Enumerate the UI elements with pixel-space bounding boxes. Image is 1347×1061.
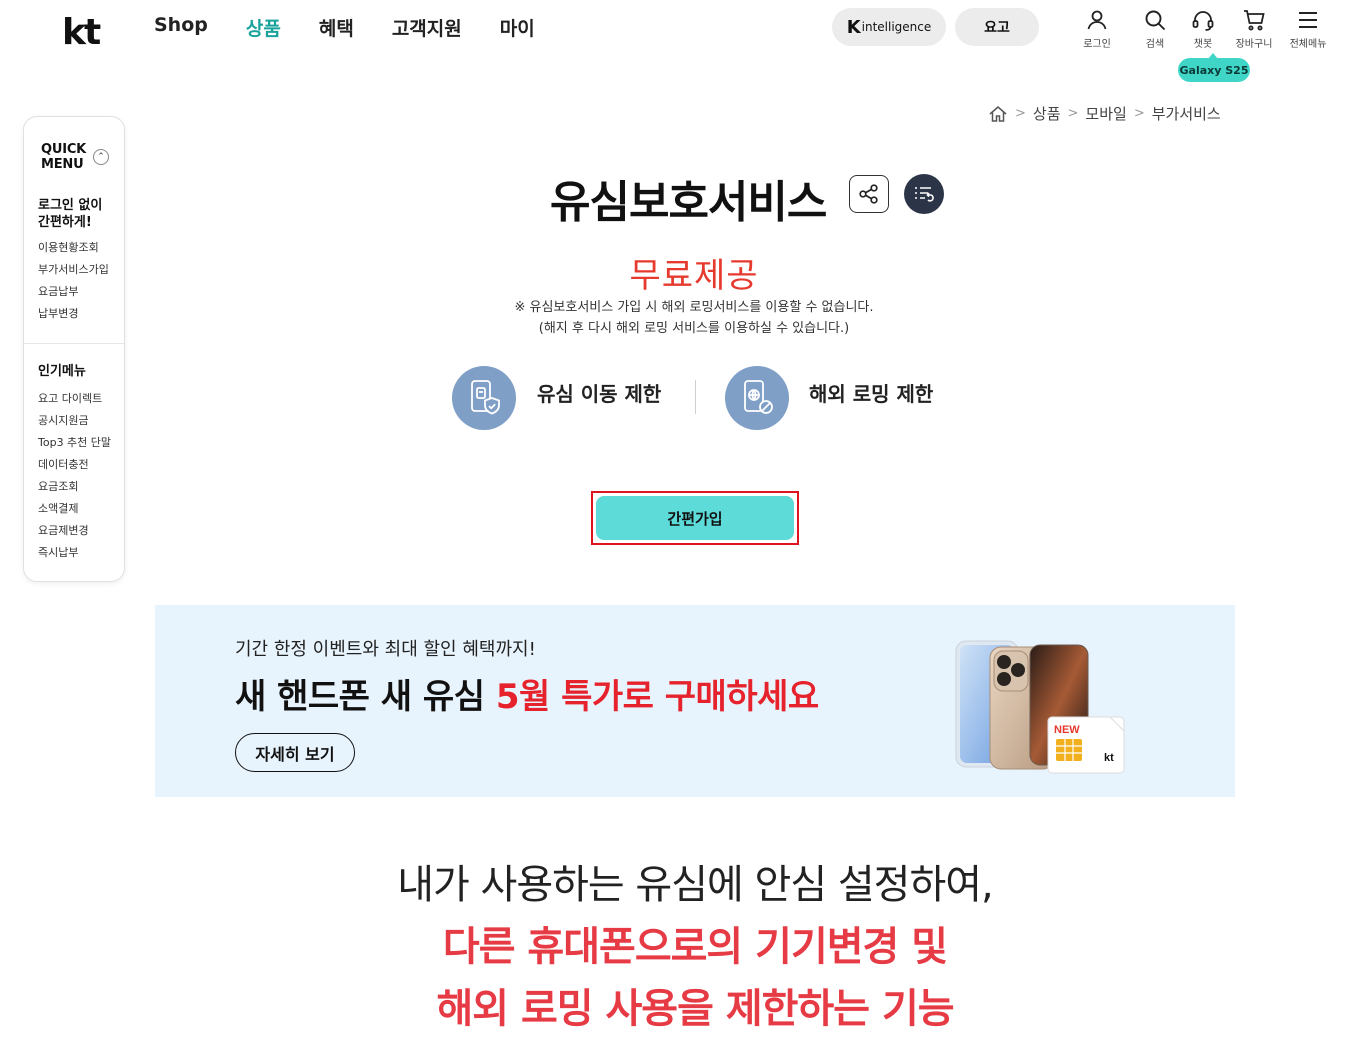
price-label: 무료제공 — [629, 256, 759, 296]
chatbot-button[interactable]: 챗봇 — [1177, 8, 1229, 50]
nav-my[interactable]: 마이 — [500, 14, 535, 41]
quick-link[interactable]: 즉시납부 — [38, 542, 111, 564]
quick-section-nologin-line2: 간편하게! — [38, 215, 92, 230]
roaming-block-icon — [725, 366, 789, 430]
feature-divider — [695, 380, 696, 414]
sim-new-text: NEW — [1054, 724, 1080, 736]
quick-link[interactable]: 소액결제 — [38, 498, 111, 520]
banner-title-plain: 새 핸드폰 새 유심 — [235, 677, 496, 717]
k-intelligence-button[interactable]: K intelligence — [832, 8, 946, 46]
banner-title-highlight: 5월 특가로 구매하세요 — [495, 677, 819, 717]
quick-link[interactable]: 요금제변경 — [38, 520, 111, 542]
nav-support[interactable]: 고객지원 — [392, 14, 462, 41]
quick-menu: QUICK MENU ⌃ 로그인 없이 간편하게! 이용현황조회 부가서비스가입… — [23, 116, 125, 582]
notice-line-2: (해지 후 다시 해외 로밍 서비스를 이용하실 수 있습니다.) — [538, 321, 850, 336]
search-icon — [1145, 10, 1166, 31]
nav-shop[interactable]: Shop — [154, 14, 208, 41]
breadcrumb-item[interactable]: 상품 — [1033, 103, 1061, 124]
quick-link[interactable]: 요고 다이렉트 — [38, 388, 111, 410]
global-nav: Shop 상품 혜택 고객지원 마이 — [154, 14, 573, 41]
sim-kt-text: kt — [1104, 752, 1114, 764]
feature-message-line-3: 해외 로밍 사용을 제한하는 기능 — [436, 986, 954, 1032]
quick-link[interactable]: Top3 추천 단말 — [38, 432, 111, 454]
all-menu-label: 전체메뉴 — [1289, 39, 1327, 50]
menu-icon — [1299, 12, 1317, 28]
list-icon — [915, 187, 934, 202]
quick-menu-title: QUICK MENU — [41, 142, 101, 172]
cart-button[interactable]: 장바구니 — [1228, 8, 1280, 50]
quick-link[interactable]: 데이터충전 — [38, 454, 111, 476]
quick-join-button[interactable]: 간편가입 — [596, 496, 794, 540]
feature-message-line-1: 내가 사용하는 유심에 안심 설정하여, — [397, 862, 994, 908]
banner-subtitle: 기간 한정 이벤트와 최대 할인 혜택까지! — [235, 639, 536, 660]
chatbot-label: 챗봇 — [1193, 39, 1213, 50]
quick-link[interactable]: 요금조회 — [38, 476, 111, 498]
nav-products[interactable]: 상품 — [246, 14, 281, 41]
sim-lock-icon — [452, 366, 516, 430]
search-label: 검색 — [1145, 39, 1165, 50]
breadcrumb-item[interactable]: 모바일 — [1085, 103, 1126, 124]
breadcrumb-separator: > — [1015, 106, 1026, 121]
list-back-button[interactable] — [904, 174, 944, 214]
nav-benefits[interactable]: 혜택 — [319, 14, 354, 41]
login-label: 로그인 — [1083, 39, 1111, 50]
quick-link[interactable]: 공시지원금 — [38, 410, 111, 432]
login-button[interactable]: 로그인 — [1071, 8, 1123, 50]
banner-title: 새 핸드폰 새 유심 5월 특가로 구매하세요 — [235, 669, 819, 718]
cart-icon — [1244, 10, 1265, 31]
quick-popular-links: 요고 다이렉트 공시지원금 Top3 추천 단말 데이터충전 요금조회 소액결제… — [38, 388, 111, 564]
person-icon — [1087, 10, 1107, 30]
search-button[interactable]: 검색 — [1129, 8, 1181, 50]
k-intelligence-text: intelligence — [861, 20, 932, 34]
breadcrumb-separator: > — [1133, 106, 1145, 121]
feature-message-line-2: 다른 휴대폰으로의 기기변경 및 — [442, 924, 948, 970]
share-button[interactable] — [849, 175, 889, 213]
quick-divider — [24, 343, 124, 344]
phones-and-sim-image: NEW kt — [955, 640, 1125, 774]
breadcrumb-item[interactable]: 부가서비스 — [1152, 103, 1221, 124]
galaxy-s25-badge[interactable]: Galaxy S25 — [1178, 53, 1250, 82]
quick-section-popular-title: 인기메뉴 — [38, 364, 86, 379]
promo-banner[interactable]: 기간 한정 이벤트와 최대 할인 혜택까지! 새 핸드폰 새 유심 5월 특가로… — [155, 605, 1235, 797]
breadcrumb-separator: > — [1067, 106, 1079, 121]
chevron-up-icon[interactable]: ⌃ — [93, 149, 109, 165]
banner-detail-button[interactable]: 자세히 보기 — [235, 733, 355, 772]
share-icon — [859, 184, 878, 204]
page-title: 유심보호서비스 — [550, 177, 827, 228]
all-menu-button[interactable]: 전체메뉴 — [1282, 8, 1334, 50]
feature-sim-move-restriction: 유심 이동 제한 — [537, 382, 662, 406]
cart-label: 장바구니 — [1235, 39, 1273, 50]
yogo-button[interactable]: 요고 — [955, 8, 1039, 46]
breadcrumb: > 상품 > 모바일 > 부가서비스 — [988, 103, 1221, 124]
feature-roaming-restriction: 해외 로밍 제한 — [809, 382, 934, 406]
quick-menu-title-line1: QUICK — [41, 142, 87, 157]
kt-logo[interactable]: kt — [62, 12, 101, 53]
quick-menu-title-line2: MENU — [41, 157, 84, 172]
quick-section-nologin-line1: 로그인 없이 — [38, 198, 103, 213]
headset-icon — [1192, 11, 1214, 31]
notice-line-1: ※ 유심보호서비스 가입 시 해외 로밍서비스를 이용할 수 없습니다. — [514, 300, 874, 315]
global-header: kt Shop 상품 혜택 고객지원 마이 K intelligence 요고 … — [0, 0, 1347, 90]
home-icon[interactable] — [988, 105, 1008, 123]
k-intelligence-k: K — [846, 16, 861, 38]
quick-section-nologin-title: 로그인 없이 간편하게! — [38, 197, 118, 231]
